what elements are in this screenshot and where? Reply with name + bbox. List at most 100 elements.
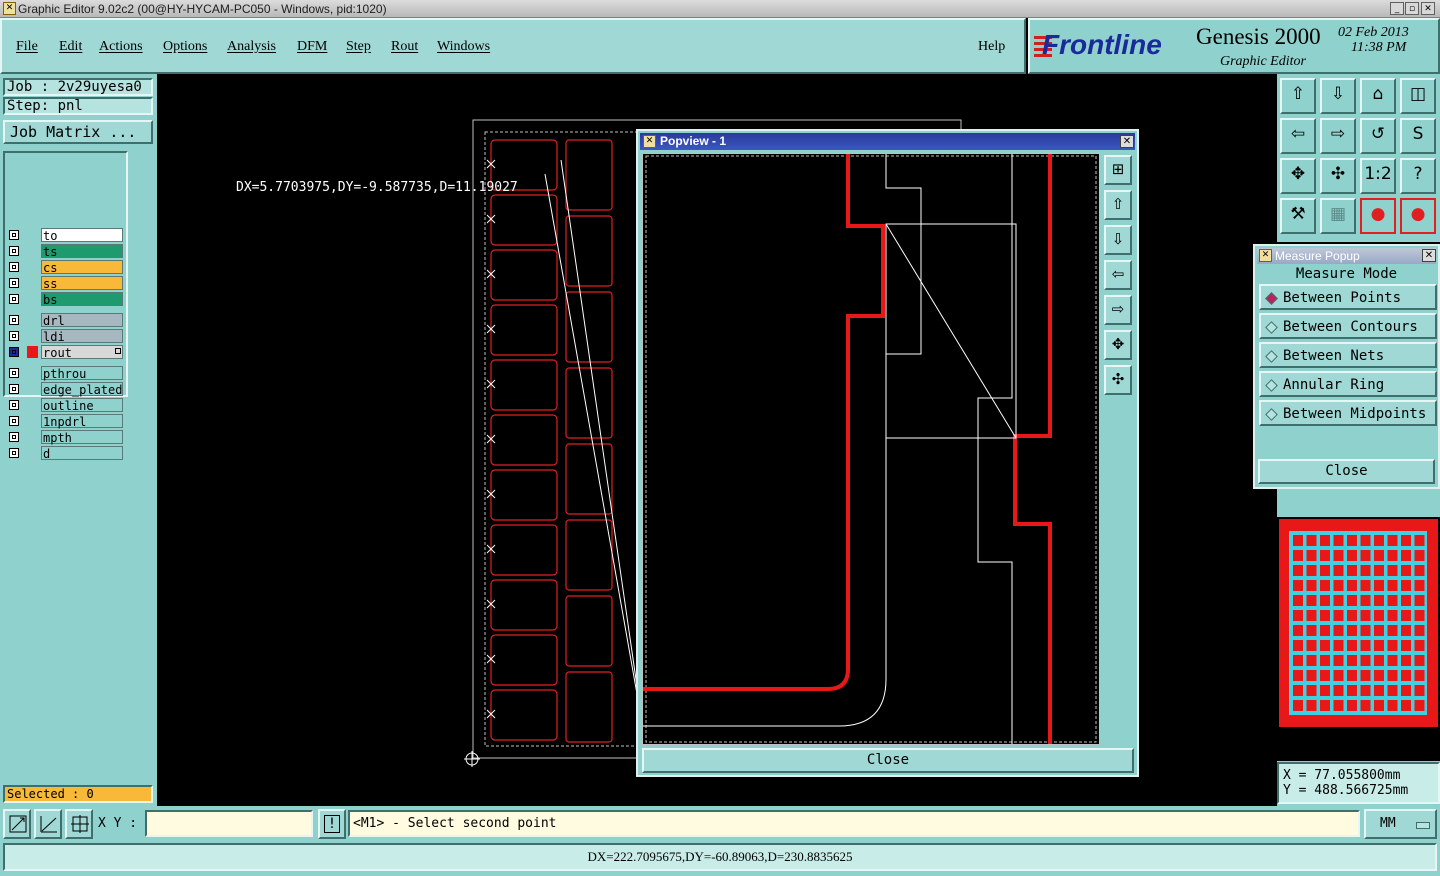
tool-button-14[interactable]: ▦ [1320, 198, 1356, 234]
layer-row-edge_plated[interactable]: edge_plated [7, 382, 123, 397]
layer-row-outline[interactable]: outline [7, 398, 123, 413]
menu-dfm[interactable]: DFM [297, 39, 327, 55]
layer-name[interactable]: d [41, 446, 123, 461]
layer-affected-checkbox[interactable] [9, 294, 19, 304]
layer-row-1npdrl[interactable]: 1npdrl [7, 414, 123, 429]
mini-unit [1320, 625, 1330, 636]
menu-analysis[interactable]: Analysis [227, 39, 276, 55]
layer-row-ldi[interactable]: ldi [7, 329, 123, 344]
layer-name[interactable]: ss [41, 276, 123, 291]
tool-button-8[interactable]: S [1400, 118, 1436, 154]
popview-tool-button-7[interactable]: ✣ [1104, 365, 1132, 395]
layer-affected-checkbox[interactable] [9, 315, 19, 325]
help-icon: ? [1413, 164, 1423, 184]
measure-tool-button[interactable] [34, 809, 62, 839]
layer-affected-checkbox[interactable] [9, 278, 19, 288]
popview-tool-button-2[interactable]: ⇧ [1104, 190, 1132, 220]
tool-button-4[interactable]: ◫ [1400, 78, 1436, 114]
menu-step[interactable]: Step [346, 39, 371, 55]
layer-name[interactable]: bs [41, 292, 123, 307]
layer-row-to[interactable]: to [7, 228, 123, 243]
layer-name[interactable]: ldi [41, 329, 123, 344]
layer-name[interactable]: to [41, 228, 123, 243]
measure-option-between-contours[interactable]: Between Contours [1259, 313, 1437, 339]
layer-name[interactable]: pthrou [41, 366, 123, 381]
measure-option-between-points[interactable]: Between Points [1259, 284, 1437, 310]
layer-affected-checkbox[interactable] [9, 448, 19, 458]
tool-button-6[interactable]: ⇨ [1320, 118, 1356, 154]
menu-edit[interactable]: Edit [59, 39, 82, 55]
snap-tool-button[interactable] [3, 809, 31, 839]
minimize-button[interactable]: _ [1390, 2, 1404, 15]
layer-row-pthrou[interactable]: pthrou [7, 366, 123, 381]
measure-option-between-midpoints[interactable]: Between Midpoints [1259, 400, 1437, 426]
layer-name[interactable]: 1npdrl [41, 414, 123, 429]
job-matrix-button[interactable]: Job Matrix ... [3, 120, 153, 144]
grid-tool-button[interactable] [65, 809, 93, 839]
layer-name[interactable]: edge_plated [41, 382, 123, 397]
layer-row-drl[interactable]: drl [7, 313, 123, 328]
menu-windows[interactable]: Windows [437, 39, 490, 55]
tool-button-5[interactable]: ⇦ [1280, 118, 1316, 154]
layer-affected-checkbox[interactable] [9, 400, 19, 410]
layer-name[interactable]: outline [41, 398, 123, 413]
tool-button-9[interactable]: ✥ [1280, 158, 1316, 194]
layer-name[interactable]: cs [41, 260, 123, 275]
layer-row-rout[interactable]: rout [7, 345, 123, 360]
measure-option-between-nets[interactable]: Between Nets [1259, 342, 1437, 368]
popview-down-icon: ⇩ [1111, 230, 1125, 248]
layer-affected-checkbox[interactable] [9, 331, 19, 341]
layer-name[interactable]: drl [41, 313, 123, 328]
menu-options[interactable]: Options [163, 39, 207, 55]
layer-affected-checkbox[interactable] [9, 230, 19, 240]
popview-close-icon[interactable]: ✕ [1120, 135, 1134, 148]
tool-button-10[interactable]: ✣ [1320, 158, 1356, 194]
layer-row-mpth[interactable]: mpth [7, 430, 123, 445]
layer-row-ss[interactable]: ss [7, 276, 123, 291]
layer-row-d[interactable]: d [7, 446, 123, 461]
info-button[interactable]: ! [318, 809, 346, 839]
tool-button-16[interactable]: ● [1400, 198, 1436, 234]
layer-name[interactable]: ts [41, 244, 123, 259]
tool-button-1[interactable]: ⇧ [1280, 78, 1316, 114]
layer-row-ts[interactable]: ts [7, 244, 123, 259]
menu-help[interactable]: Help [978, 39, 1005, 55]
xy-input[interactable] [145, 810, 313, 837]
close-window-button[interactable]: ✕ [1421, 2, 1435, 15]
menu-rout[interactable]: Rout [391, 39, 418, 55]
popview-tool-button-5[interactable]: ⇨ [1104, 295, 1132, 325]
layer-affected-checkbox[interactable] [9, 262, 19, 272]
tool-button-15[interactable]: ● [1360, 198, 1396, 234]
measure-close-button[interactable]: Close [1258, 459, 1435, 484]
tool-button-7[interactable]: ↺ [1360, 118, 1396, 154]
maximize-button[interactable]: ▫ [1405, 2, 1419, 15]
tool-button-2[interactable]: ⇩ [1320, 78, 1356, 114]
layer-affected-checkbox[interactable] [9, 432, 19, 442]
tool-button-13[interactable]: ⚒ [1280, 198, 1316, 234]
popview-tool-button-3[interactable]: ⇩ [1104, 225, 1132, 255]
units-selector[interactable]: MM [1364, 809, 1437, 839]
layer-affected-checkbox[interactable] [9, 368, 19, 378]
layer-affected-checkbox[interactable] [9, 384, 19, 394]
popview-tool-button-1[interactable]: ⊞ [1104, 155, 1132, 185]
layer-name[interactable]: rout [41, 345, 123, 360]
tool-button-3[interactable]: ⌂ [1360, 78, 1396, 114]
measure-close-icon[interactable]: ✕ [1422, 249, 1436, 262]
mini-map[interactable] [1277, 517, 1440, 729]
menu-file[interactable]: File [16, 39, 38, 55]
measure-option-annular-ring[interactable]: Annular Ring [1259, 371, 1437, 397]
layer-affected-checkbox[interactable] [9, 416, 19, 426]
tool-button-11[interactable]: 1:2 [1360, 158, 1396, 194]
layer-row-cs[interactable]: cs [7, 260, 123, 275]
popview-tool-button-4[interactable]: ⇦ [1104, 260, 1132, 290]
layer-row-bs[interactable]: bs [7, 292, 123, 307]
popview-close-button[interactable]: Close [642, 748, 1134, 773]
layer-affected-checkbox[interactable] [9, 347, 19, 357]
layer-name[interactable]: mpth [41, 430, 123, 445]
measure-line [544, 173, 638, 695]
tool-button-12[interactable]: ? [1400, 158, 1436, 194]
layer-affected-checkbox[interactable] [9, 246, 19, 256]
popview-canvas[interactable] [642, 153, 1100, 745]
popview-tool-button-6[interactable]: ✥ [1104, 330, 1132, 360]
menu-actions[interactable]: Actions [99, 39, 143, 55]
